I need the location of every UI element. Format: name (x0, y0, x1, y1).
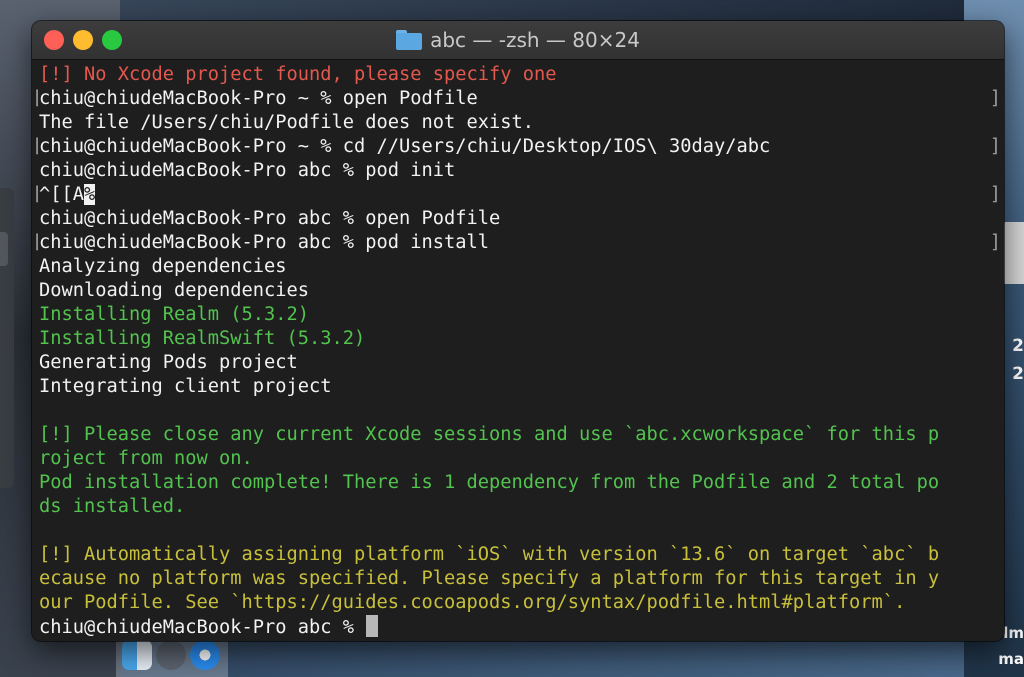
terminal-line-text: Integrating client project (39, 376, 332, 397)
terminal-line-text: [!] Automatically assigning platform `iO… (39, 544, 940, 565)
terminal-line-text: Installing Realm (5.3.2) (39, 304, 310, 325)
terminal-line: ds installed. (39, 495, 1004, 519)
terminal-line: [] ^[[A% (32, 183, 1004, 207)
terminal-line: Integrating client project (39, 375, 1004, 399)
terminal-output[interactable]: [!] No Xcode project found, please speci… (32, 60, 1004, 639)
terminal-line-text: ecause no platform was specified. Please… (39, 568, 940, 589)
terminal-line: Generating Pods project (39, 351, 1004, 375)
line-mark-right: ] (989, 232, 1001, 253)
desktop-label-4: ma (998, 650, 1024, 668)
line-mark-left: [ (32, 87, 38, 111)
line-mark-right: ] (989, 136, 1001, 157)
terminal-line: Pod installation complete! There is 1 de… (39, 471, 1004, 495)
terminal-line-text: chiu@chiudeMacBook-Pro ~ % open Podfile (39, 88, 478, 109)
terminal-line: [] chiu@chiudeMacBook-Pro ~ % open Podfil… (32, 87, 1004, 111)
terminal-line: Installing RealmSwift (5.3.2) (39, 327, 1004, 351)
terminal-line: [!] No Xcode project found, please speci… (39, 63, 1004, 87)
title-bar[interactable]: abc — -zsh — 80×24 (32, 21, 1004, 60)
folder-icon (396, 30, 423, 50)
launchpad-icon[interactable] (156, 640, 186, 670)
terminal-line: our Podfile. See `https://guides.cocoapo… (39, 591, 1004, 615)
background-window-tab (0, 232, 8, 266)
terminal-line: [] chiu@chiudeMacBook-Pro abc % pod insta… (32, 231, 1004, 255)
minimize-button-icon[interactable] (73, 30, 93, 50)
background-window-right (1002, 222, 1024, 284)
terminal-line-text: Installing RealmSwift (5.3.2) (39, 328, 366, 349)
terminal-line: roject from now on. (39, 447, 1004, 471)
terminal-line-text: Downloading dependencies (39, 280, 310, 301)
close-button-icon[interactable] (44, 30, 64, 50)
terminal-line-text: chiu@chiudeMacBook-Pro abc % pod init (39, 160, 456, 181)
terminal-line: Downloading dependencies (39, 279, 1004, 303)
terminal-line-text: ds installed. (39, 496, 186, 517)
terminal-line: chiu@chiudeMacBook-Pro abc % pod init (39, 159, 1004, 183)
terminal-line-text: [!] No Xcode project found, please speci… (39, 64, 557, 85)
terminal-line: [] chiu@chiudeMacBook-Pro ~ % cd //Users/… (32, 135, 1004, 159)
terminal-line-text: Generating Pods project (39, 352, 298, 373)
terminal-line: [!] Please close any current Xcode sessi… (39, 423, 1004, 447)
terminal-line: Analyzing dependencies (39, 255, 1004, 279)
terminal-line-text: [!] Please close any current Xcode sessi… (39, 424, 940, 445)
safari-icon[interactable] (190, 640, 220, 670)
line-mark-right: ] (989, 88, 1001, 109)
terminal-line-text: Analyzing dependencies (39, 256, 287, 277)
terminal-line-text: The file /Users/chiu/Podfile does not ex… (39, 112, 535, 133)
terminal-line: ecause no platform was specified. Please… (39, 567, 1004, 591)
window-controls (44, 30, 122, 50)
terminal-line-text: our Podfile. See `https://guides.cocoapo… (39, 592, 906, 613)
zoom-button-icon[interactable] (102, 30, 122, 50)
terminal-line: Installing Realm (5.3.2) (39, 303, 1004, 327)
terminal-line-text: chiu@chiudeMacBook-Pro ~ % cd //Users/ch… (39, 136, 771, 157)
line-mark-left: [ (32, 183, 38, 207)
line-mark-left: [ (32, 135, 38, 159)
terminal-line: The file /Users/chiu/Podfile does not ex… (39, 111, 1004, 135)
line-mark-left: [ (32, 231, 38, 255)
terminal-line: [!] Automatically assigning platform `iO… (39, 543, 1004, 567)
terminal-line-text: chiu@chiudeMacBook-Pro abc % open Podfil… (39, 208, 501, 229)
terminal-line: chiu@chiudeMacBook-Pro abc % (39, 615, 1004, 639)
terminal-line-text: ^[[A (39, 184, 85, 205)
window-title: abc — -zsh — 80×24 (430, 28, 640, 52)
line-mark-right: ] (989, 184, 1001, 205)
terminal-line-text: roject from now on. (39, 448, 253, 469)
terminal-line: chiu@chiudeMacBook-Pro abc % open Podfil… (39, 207, 1004, 231)
finder-icon[interactable] (122, 640, 152, 670)
terminal-window: abc — -zsh — 80×24 [!] No Xcode project … (32, 21, 1004, 641)
text-cursor (366, 615, 379, 637)
highlighted-percent: % (84, 184, 96, 205)
terminal-line-text: Pod installation complete! There is 1 de… (39, 472, 940, 493)
terminal-line-text: chiu@chiudeMacBook-Pro abc % (39, 617, 366, 638)
window-title-group: abc — -zsh — 80×24 (396, 28, 640, 52)
terminal-line-text: chiu@chiudeMacBook-Pro abc % pod install (39, 232, 490, 253)
dock (116, 636, 228, 677)
